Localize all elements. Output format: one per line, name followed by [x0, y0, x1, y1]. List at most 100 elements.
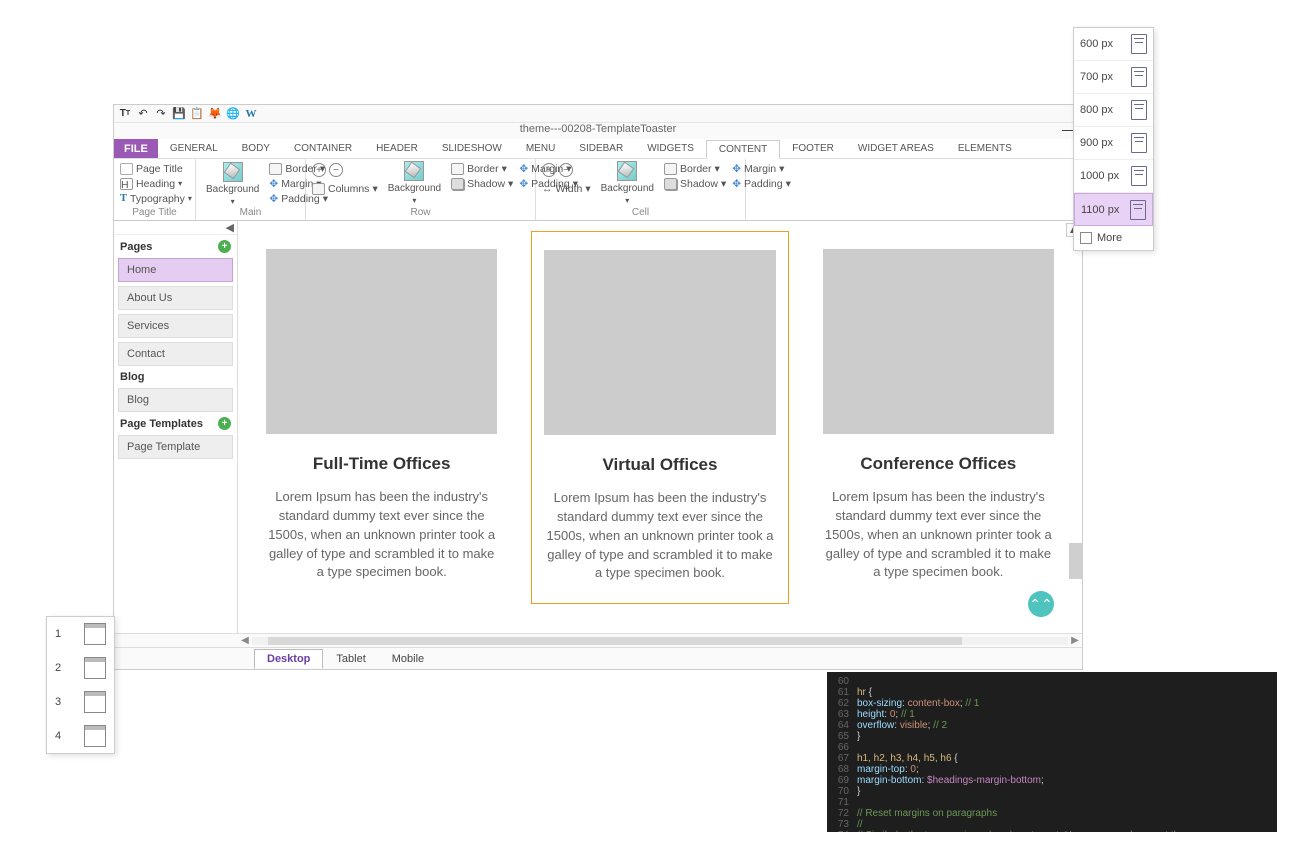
- tab-widget-areas[interactable]: WIDGET AREAS: [846, 139, 946, 158]
- add-row-button[interactable]: +: [312, 163, 326, 177]
- columns-button[interactable]: Columns ▾: [312, 181, 378, 196]
- scroll-right-icon[interactable]: ▶: [1068, 635, 1082, 646]
- width-button[interactable]: ↔ Width ▾: [542, 181, 591, 196]
- ribbon-tabs: FILE GENERALBODYCONTAINERHEADERSLIDESHOW…: [114, 139, 1082, 159]
- width-option[interactable]: 1100 px: [1074, 193, 1153, 226]
- page-width-icon: [1130, 200, 1146, 220]
- width-label: 900 px: [1080, 137, 1113, 149]
- width-option[interactable]: 700 px: [1074, 61, 1153, 94]
- page-item-home[interactable]: Home: [118, 258, 233, 282]
- horizontal-scrollbar[interactable]: ◀ ▶: [114, 633, 1082, 647]
- add-page-button[interactable]: +: [218, 240, 231, 253]
- cell-margin-button[interactable]: ✥ Margin ▾: [732, 161, 791, 176]
- layout-icon: [84, 691, 106, 713]
- main-background-button[interactable]: Background▾: [202, 161, 263, 206]
- view-tab-tablet[interactable]: Tablet: [323, 649, 378, 669]
- text-tool-icon[interactable]: TT: [118, 107, 132, 121]
- redo-icon[interactable]: ↷: [154, 107, 168, 121]
- code-line: 64 overflow: visible; // 2: [827, 720, 1277, 731]
- margin-icon: ✥: [519, 163, 528, 175]
- remove-row-button[interactable]: −: [329, 163, 343, 177]
- undo-icon[interactable]: ↶: [136, 107, 150, 121]
- file-tab[interactable]: FILE: [114, 139, 158, 158]
- paste-icon[interactable]: 📋: [190, 107, 204, 121]
- more-icon: [1080, 232, 1092, 244]
- save-icon[interactable]: 💾: [172, 107, 186, 121]
- code-line: 71: [827, 797, 1277, 808]
- row-border-button[interactable]: Border ▾: [451, 161, 513, 176]
- page-width-icon: [1131, 67, 1147, 87]
- margin-icon: ✥: [732, 163, 741, 175]
- width-option[interactable]: 900 px: [1074, 127, 1153, 160]
- main-area: ◀ Pages + HomeAbout UsServicesContact Bl…: [114, 221, 1082, 633]
- tab-elements[interactable]: ELEMENTS: [946, 139, 1024, 158]
- heading-button[interactable]: HHeading ▾: [120, 176, 192, 191]
- content-card[interactable]: Virtual OfficesLorem Ipsum has been the …: [531, 231, 788, 604]
- page-item-page-template[interactable]: Page Template: [118, 435, 233, 459]
- tab-container[interactable]: CONTAINER: [282, 139, 364, 158]
- page-item-contact[interactable]: Contact: [118, 342, 233, 366]
- code-line: 65}: [827, 731, 1277, 742]
- code-line: 68 margin-top: 0;: [827, 764, 1277, 775]
- tab-menu[interactable]: MENU: [514, 139, 567, 158]
- page-item-about-us[interactable]: About Us: [118, 286, 233, 310]
- row-shadow-button[interactable]: Shadow ▾: [451, 176, 513, 191]
- view-tabs: DesktopTabletMobile: [114, 647, 1082, 669]
- tab-content[interactable]: CONTENT: [706, 140, 780, 159]
- code-line: 62 box-sizing: content-box; // 1: [827, 698, 1277, 709]
- scroll-up-fab[interactable]: ⌃⌃: [1028, 591, 1054, 617]
- padding-icon: ✥: [732, 178, 741, 190]
- wordpress-icon[interactable]: W: [244, 107, 258, 121]
- page-title-toggle[interactable]: Page Title: [120, 161, 192, 176]
- margin-icon: ✥: [269, 178, 278, 190]
- tab-header[interactable]: HEADER: [364, 139, 430, 158]
- width-option[interactable]: 800 px: [1074, 94, 1153, 127]
- browser-icon[interactable]: 🌐: [226, 107, 240, 121]
- vertical-scrollbar[interactable]: [1069, 431, 1082, 633]
- add-cell-button[interactable]: +: [542, 163, 556, 177]
- quick-toolbar: TT ↶ ↷ 💾 📋 🦊 🌐 W: [114, 105, 1082, 123]
- page-item-blog[interactable]: Blog: [118, 388, 233, 412]
- group-row: +− Columns ▾ Background▾ Border ▾ Shadow…: [306, 159, 536, 220]
- content-card[interactable]: Conference OfficesLorem Ipsum has been t…: [811, 231, 1066, 604]
- layout-option-1[interactable]: 1: [47, 617, 114, 651]
- card-image: [823, 249, 1054, 434]
- tab-footer[interactable]: FOOTER: [780, 139, 846, 158]
- cell-border-button[interactable]: Border ▾: [664, 161, 726, 176]
- view-tab-mobile[interactable]: Mobile: [379, 649, 437, 669]
- tab-sidebar[interactable]: SIDEBAR: [567, 139, 635, 158]
- collapse-sidebar-button[interactable]: ◀: [114, 221, 237, 235]
- tab-body[interactable]: BODY: [230, 139, 282, 158]
- group-cell: +− ↔ Width ▾ Background▾ Border ▾ Shadow…: [536, 159, 746, 220]
- cell-padding-button[interactable]: ✥ Padding ▾: [732, 176, 791, 191]
- layout-icon: [84, 657, 106, 679]
- width-more-button[interactable]: More: [1074, 226, 1153, 250]
- page-width-icon: [1131, 166, 1147, 186]
- width-option[interactable]: 600 px: [1074, 28, 1153, 61]
- tab-general[interactable]: GENERAL: [158, 139, 230, 158]
- page-width-icon: [1131, 34, 1147, 54]
- cell-background-button[interactable]: Background▾: [597, 161, 658, 205]
- view-tab-desktop[interactable]: Desktop: [254, 649, 323, 669]
- code-editor[interactable]: 6061hr {62 box-sizing: content-box; // 1…: [827, 672, 1277, 832]
- page-item-services[interactable]: Services: [118, 314, 233, 338]
- canvas[interactable]: ▲ Full-Time OfficesLorem Ipsum has been …: [238, 221, 1082, 633]
- width-panel: 600 px700 px800 px 900 px 1000 px1100 pxMo…: [1073, 27, 1154, 251]
- layout-option-3[interactable]: 3: [47, 685, 114, 719]
- layout-icon: [84, 623, 106, 645]
- layout-option-4[interactable]: 4: [47, 719, 114, 753]
- typography-button[interactable]: T Typography ▾: [120, 191, 192, 206]
- tab-widgets[interactable]: WIDGETS: [635, 139, 706, 158]
- scroll-left-icon[interactable]: ◀: [238, 635, 252, 646]
- cell-shadow-button[interactable]: Shadow ▾: [664, 176, 726, 191]
- row-background-button[interactable]: Background▾: [384, 161, 445, 205]
- firefox-icon[interactable]: 🦊: [208, 107, 222, 121]
- group-main: Background▾ Border ▾ ✥ Margin ▾ ✥ Paddin…: [196, 159, 306, 220]
- add-template-button[interactable]: +: [218, 417, 231, 430]
- content-card[interactable]: Full-Time OfficesLorem Ipsum has been th…: [254, 231, 509, 604]
- remove-cell-button[interactable]: −: [559, 163, 573, 177]
- tab-slideshow[interactable]: SLIDESHOW: [430, 139, 514, 158]
- layout-option-2[interactable]: 2: [47, 651, 114, 685]
- layout-number: 1: [55, 628, 61, 640]
- width-option[interactable]: 1000 px: [1074, 160, 1153, 193]
